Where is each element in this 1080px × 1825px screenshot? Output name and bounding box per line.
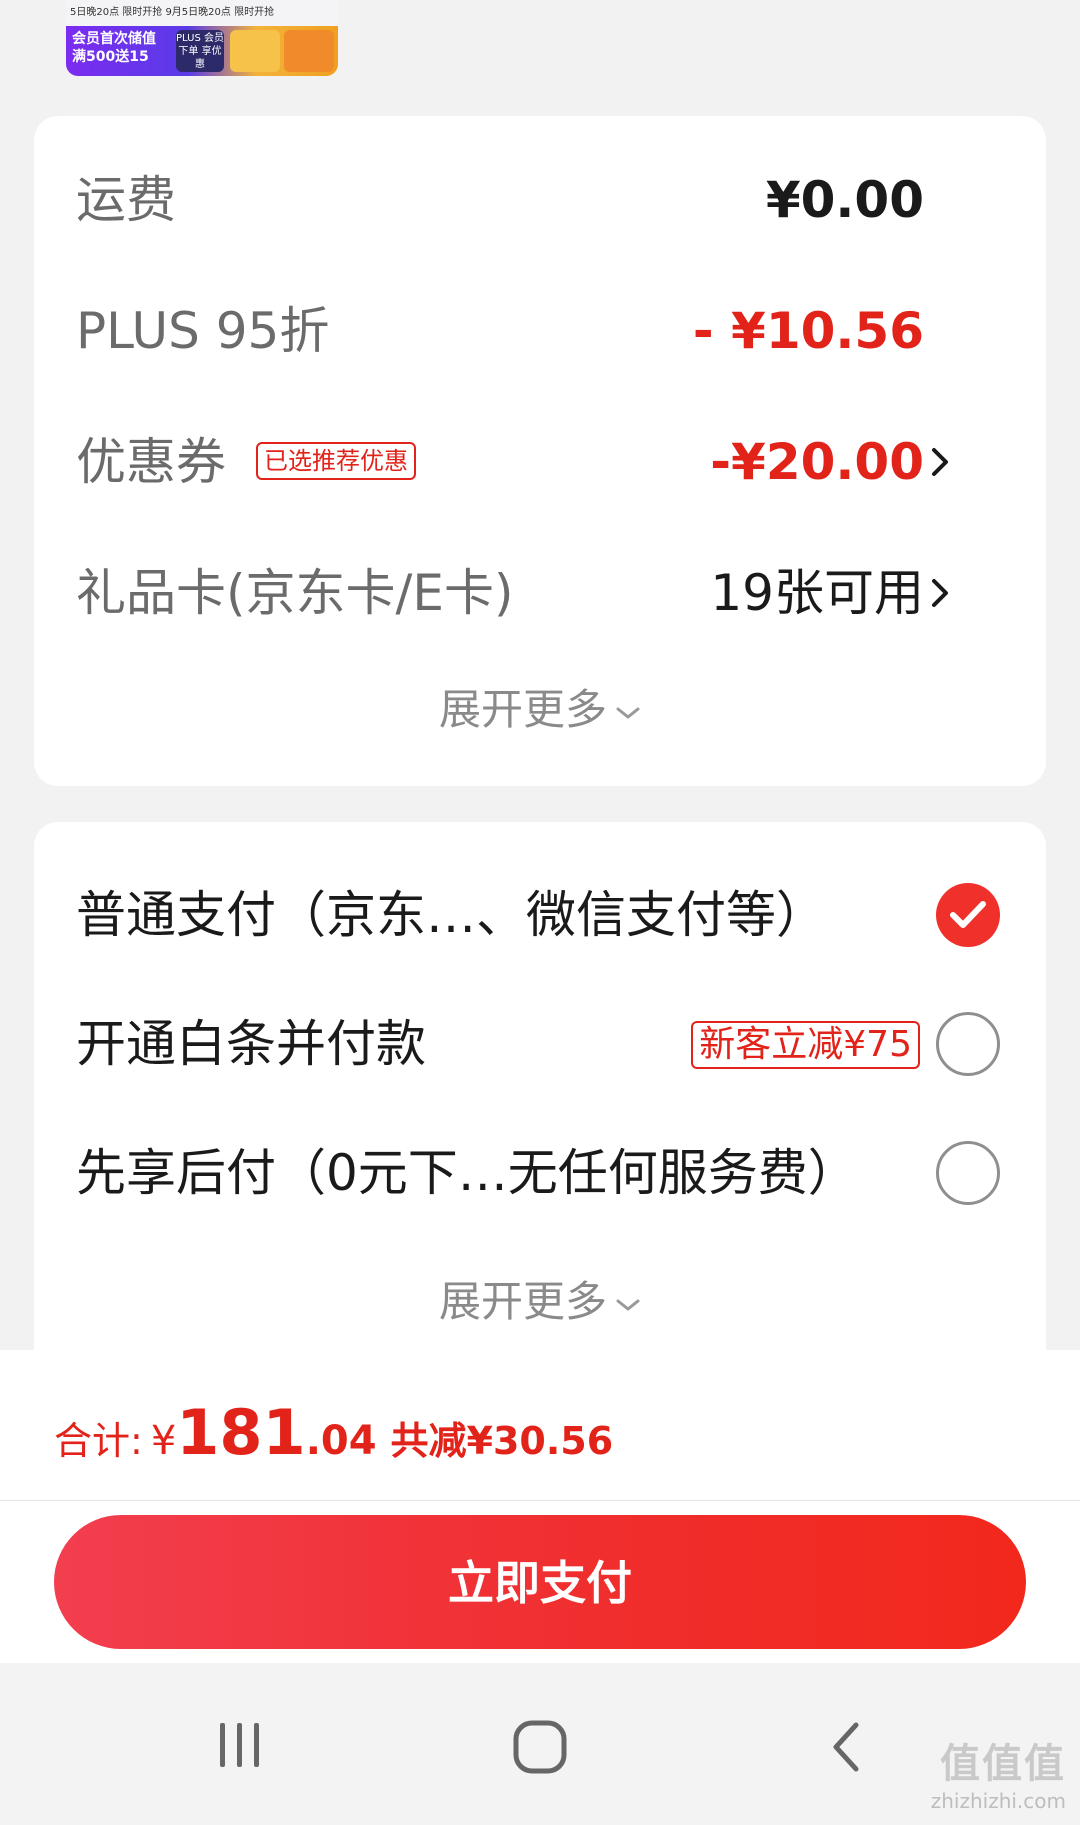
recent-apps-icon[interactable] <box>214 1719 266 1771</box>
payment-methods-card: 普通支付（京东…、微信支付等） 开通白条并付款 新客立减¥75 先享后付（0元下… <box>34 822 1046 1362</box>
banner-strip: 5日晚20点 限时开抢 9月5日晚20点 限时开抢 <box>66 0 338 26</box>
total-amount-decimal: .04 <box>305 1418 377 1464</box>
gift-card-value: 19张可用 <box>710 564 924 622</box>
coupon-recommended-tag: 已选推荐优惠 <box>256 442 416 480</box>
radio-unchecked-icon[interactable] <box>936 1141 1000 1205</box>
expand-more-label: 展开更多 <box>438 685 607 734</box>
order-total: 合计: ¥181.04 共减¥30.56 <box>54 1396 613 1469</box>
payment-option-label: 先享后付（0元下…无任何服务费） <box>76 1144 858 1202</box>
radio-unchecked-icon[interactable] <box>936 1012 1000 1076</box>
gift-card-row[interactable]: 礼品卡(京东卡/E卡) 19张可用 <box>76 553 1004 633</box>
total-saved: 共减¥30.56 <box>390 1419 614 1463</box>
radio-checked-icon[interactable] <box>936 883 1000 947</box>
banner-promo-text: 会员首次储值 满500送15 <box>72 30 156 66</box>
payment-option-pay-later[interactable]: 先享后付（0元下…无任何服务费） <box>76 1128 1004 1218</box>
shipping-value: ¥0.00 <box>765 171 924 229</box>
order-total-bar: 合计: ¥181.04 共减¥30.56 <box>0 1350 1080 1501</box>
chevron-right-icon <box>932 448 948 476</box>
price-details-card: 运费 ¥0.00 PLUS 95折 - ¥10.56 优惠券 已选推荐优惠 -¥… <box>34 116 1046 786</box>
banner-product-image-2 <box>284 30 334 72</box>
shipping-row: 运费 ¥0.00 <box>76 160 1004 240</box>
promo-banner[interactable]: 5日晚20点 限时开抢 9月5日晚20点 限时开抢 会员首次储值 满500送15… <box>66 0 338 76</box>
banner-promo-line1: 会员首次储值 <box>72 31 156 47</box>
total-currency: ¥ <box>150 1418 177 1464</box>
pay-now-button[interactable]: 立即支付 <box>54 1515 1026 1649</box>
new-customer-discount-tag: 新客立减¥75 <box>691 1021 920 1069</box>
plus-discount-value: - ¥10.56 <box>692 302 924 360</box>
coupon-value: -¥20.00 <box>710 433 924 491</box>
payment-option-label: 开通白条并付款 <box>76 1015 426 1073</box>
gift-card-label: 礼品卡(京东卡/E卡) <box>76 564 514 622</box>
expand-more-label: 展开更多 <box>438 1277 607 1326</box>
chevron-right-icon <box>932 579 948 607</box>
back-icon[interactable] <box>826 1719 866 1775</box>
coupon-label: 优惠券 <box>76 433 226 491</box>
banner-plus-badge: PLUS 会员下单 享优惠 <box>176 30 224 72</box>
system-nav-bar: 值值值 zhizhizhi.com <box>0 1663 1080 1825</box>
expand-more-fees[interactable]: 展开更多 <box>34 676 1046 737</box>
home-icon[interactable] <box>512 1719 568 1775</box>
chevron-down-icon <box>616 707 640 719</box>
banner-product-image-1 <box>230 30 280 72</box>
plus-discount-row: PLUS 95折 - ¥10.56 <box>76 291 1004 371</box>
chevron-down-icon <box>616 1299 640 1311</box>
pay-action-bar: 立即支付 <box>0 1501 1080 1663</box>
total-amount-integer: 181 <box>176 1396 306 1469</box>
coupon-row[interactable]: 优惠券 已选推荐优惠 -¥20.00 <box>76 422 1004 502</box>
payment-option-baitiao[interactable]: 开通白条并付款 新客立减¥75 <box>76 999 1004 1089</box>
watermark: 值值值 zhizhizhi.com <box>931 1731 1066 1813</box>
payment-option-normal[interactable]: 普通支付（京东…、微信支付等） <box>76 870 1004 960</box>
expand-more-payments[interactable]: 展开更多 <box>34 1268 1046 1329</box>
plus-discount-label: PLUS 95折 <box>76 302 330 360</box>
shipping-label: 运费 <box>76 171 176 229</box>
banner-promo-line2: 满500送15 <box>72 49 149 65</box>
payment-option-label: 普通支付（京东…、微信支付等） <box>76 886 826 944</box>
total-label: 合计: <box>54 1419 143 1463</box>
watermark-url: zhizhizhi.com <box>930 1789 1066 1813</box>
watermark-brand: 值值值 <box>940 1741 1066 1787</box>
